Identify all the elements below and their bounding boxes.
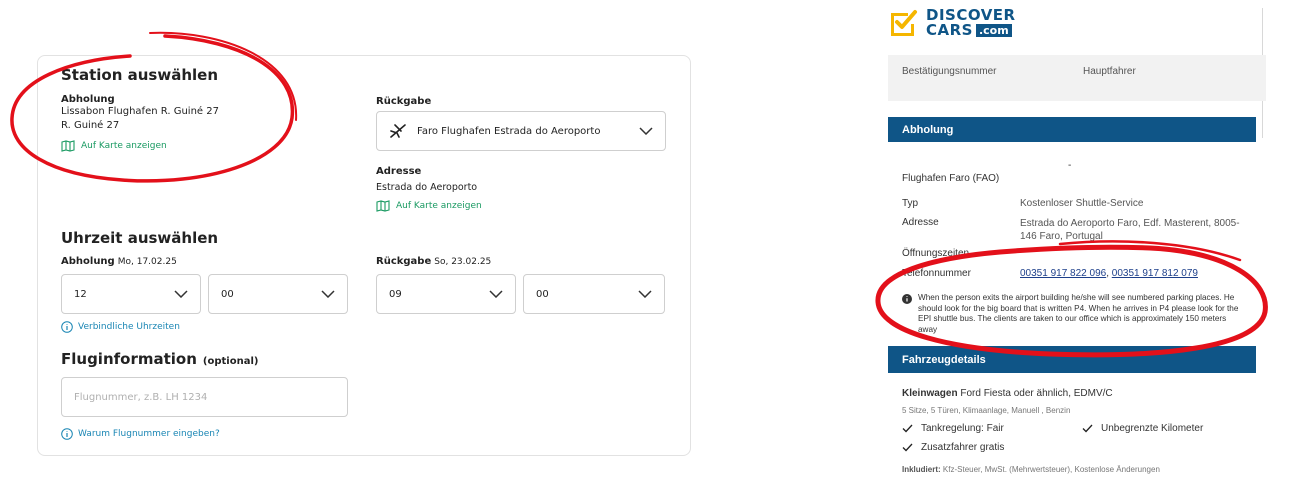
flight-title: Fluginformation (optional): [61, 350, 258, 368]
return-time-label: Rückgabe So, 23.02.25: [376, 256, 491, 267]
feature-fuel-text: Tankregelung: Fair: [921, 423, 1004, 434]
return-date: So, 23.02.25: [434, 257, 492, 267]
flight-number-input[interactable]: Flugnummer, z.B. LH 1234: [61, 377, 348, 417]
info-icon: [61, 428, 73, 440]
pickup-minute-select[interactable]: 00: [208, 274, 348, 314]
info-icon: [61, 321, 73, 333]
chevron-down-icon: [489, 290, 503, 298]
main-driver-label: Hauptfahrer: [1083, 66, 1136, 77]
return-minute-select[interactable]: 00: [523, 274, 665, 314]
confirmation-summary-box: [888, 55, 1266, 101]
time-title: Uhrzeit auswählen: [61, 229, 219, 247]
chevron-down-icon: [321, 290, 335, 298]
binding-times-link[interactable]: Verbindliche Uhrzeiten: [61, 321, 180, 333]
car-specs: 5 Sitze, 5 Türen, Klimaanlage, Manuell ,…: [902, 406, 1071, 415]
car-model: Ford Fiesta oder ähnlich, EDMV/C: [960, 388, 1113, 399]
return-map-link-label: Auf Karte anzeigen: [396, 201, 482, 211]
return-hour-select[interactable]: 09: [376, 274, 516, 314]
included-line: Inkludiert: Kfz-Steuer, MwSt. (Mehrwerts…: [902, 465, 1160, 474]
feature-driver-text: Zusatzfahrer gratis: [921, 442, 1005, 453]
map-icon: [376, 200, 390, 212]
pickup-date: Mo, 17.02.25: [117, 257, 177, 267]
check-icon: [902, 443, 913, 452]
feature-driver: Zusatzfahrer gratis: [902, 442, 1004, 453]
chevron-down-icon: [174, 290, 188, 298]
logo-com: .com: [975, 24, 1012, 37]
return-minute-value: 00: [536, 288, 549, 300]
flight-optional: (optional): [202, 356, 259, 367]
pickup-time-label-text: Abholung: [61, 256, 115, 267]
why-flight-label: Warum Flugnummer eingeben?: [78, 429, 220, 439]
return-map-link[interactable]: Auf Karte anzeigen: [376, 200, 482, 212]
type-label: Typ: [902, 198, 919, 209]
pickup-hour-select[interactable]: 12: [61, 274, 201, 314]
discovercars-logo: DISCOVER CARS .com: [888, 8, 1016, 38]
logo-check-icon: [891, 10, 917, 36]
check-icon: [902, 424, 913, 433]
car-info: Kleinwagen Ford Fiesta oder ähnlich, EDM…: [902, 388, 1113, 399]
red-highlight-ellipse-right: [875, 240, 1268, 358]
chevron-down-icon: [638, 290, 652, 298]
flight-number-placeholder: Flugnummer, z.B. LH 1234: [74, 391, 208, 403]
pickup-time-label: Abholung Mo, 17.02.25: [61, 256, 177, 267]
included-label: Inkludiert:: [902, 465, 941, 474]
type-value: Kostenloser Shuttle-Service: [1020, 198, 1144, 209]
included-value: Kfz-Steuer, MwSt. (Mehrwertsteuer), Kost…: [942, 465, 1160, 474]
logo-text-2: CARS: [926, 21, 973, 39]
airport-name: Flughafen Faro (FAO): [902, 173, 1000, 184]
pickup-hour-value: 12: [74, 288, 87, 300]
confirmation-number-label: Bestätigungsnummer: [902, 66, 997, 77]
pickup-section-header: Abholung: [888, 117, 1256, 142]
red-highlight-ellipse: [10, 31, 298, 183]
pickup-minute-value: 00: [221, 288, 234, 300]
address-label-right: Adresse: [902, 217, 939, 228]
dash-text: -: [1068, 160, 1072, 171]
why-flight-link[interactable]: Warum Flugnummer eingeben?: [61, 428, 220, 440]
binding-times-label: Verbindliche Uhrzeiten: [78, 322, 180, 332]
feature-mileage: Unbegrenzte Kilometer: [1082, 423, 1203, 434]
flight-title-text: Fluginformation: [61, 350, 197, 368]
feature-fuel: Tankregelung: Fair: [902, 423, 1004, 434]
return-hour-value: 09: [389, 288, 402, 300]
return-time-label-text: Rückgabe: [376, 256, 432, 267]
feature-mileage-text: Unbegrenzte Kilometer: [1101, 423, 1204, 434]
check-icon: [1082, 424, 1093, 433]
car-class: Kleinwagen: [902, 388, 958, 399]
